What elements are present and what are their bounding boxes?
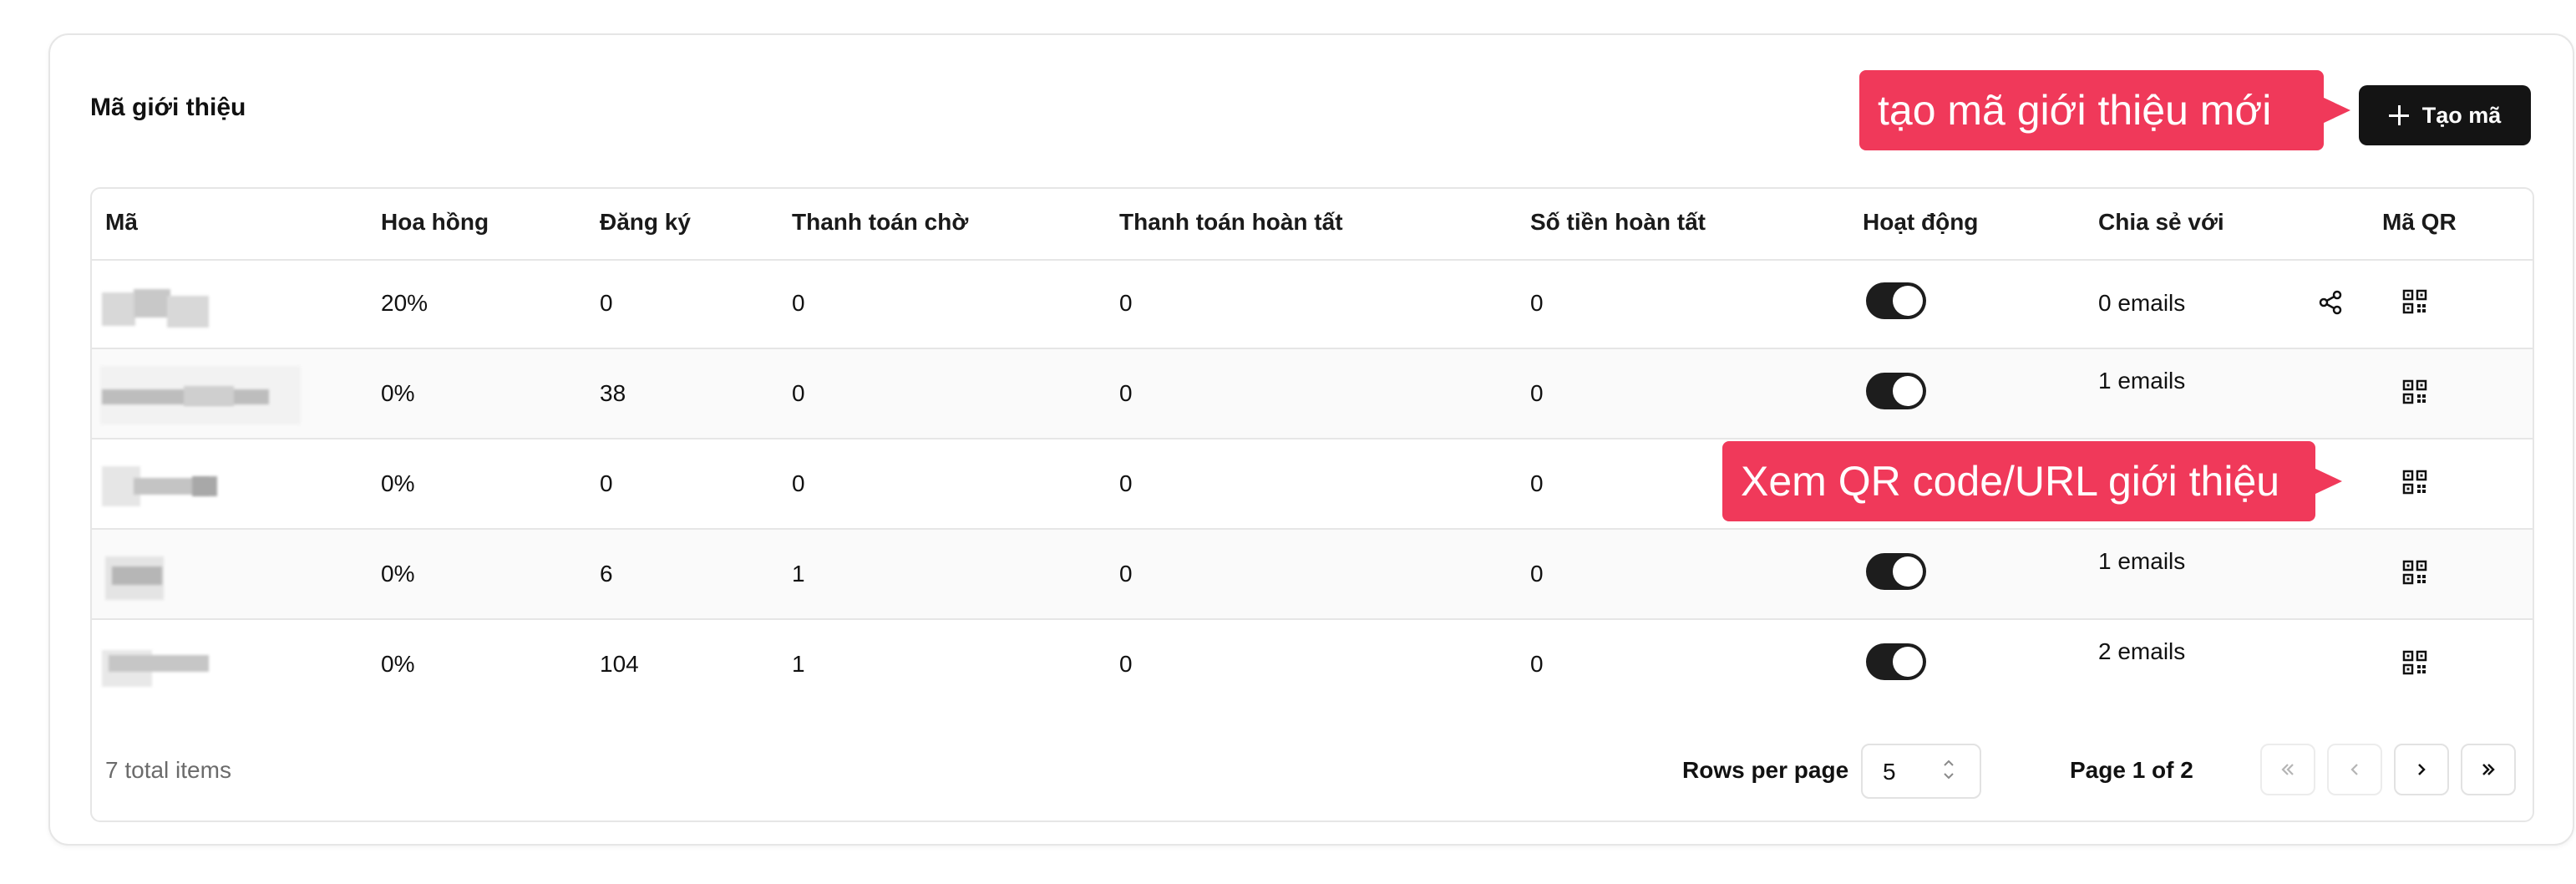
completed-value: 0: [1119, 470, 1133, 496]
card-title: Mã giới thiệu: [90, 94, 246, 121]
callout-qr-code: Xem QR code/URL giới thiệu: [1722, 441, 2342, 521]
redacted-code: [100, 545, 309, 607]
col-pending: Thanh toán chờ: [792, 209, 969, 235]
shared-with-value: 0 emails: [2098, 290, 2186, 316]
pending-value: 0: [792, 290, 805, 316]
rows-per-page-value: 5: [1883, 759, 1896, 785]
col-code: Mã: [105, 209, 138, 235]
qr-code-icon[interactable]: [2402, 650, 2427, 675]
commission-value: 20%: [381, 290, 428, 316]
next-page-button[interactable]: [2394, 744, 2449, 795]
col-qr: Mã QR: [2382, 209, 2457, 235]
completed-value: 0: [1119, 561, 1133, 587]
col-signups: Đăng ký: [600, 209, 691, 235]
redacted-code: [100, 364, 309, 426]
commission-value: 0%: [381, 651, 415, 677]
signups-value: 6: [600, 561, 613, 587]
completed-value: 0: [1119, 651, 1133, 677]
redacted-code: [100, 635, 309, 697]
table-row: 20% 0 0 0 0 0 emails: [92, 259, 2533, 349]
chevrons-left-icon: [2281, 764, 2294, 775]
pending-value: 0: [792, 380, 805, 406]
qr-code-icon[interactable]: [2402, 379, 2427, 404]
col-completed: Thanh toán hoàn tất: [1119, 209, 1343, 235]
pending-value: 0: [792, 470, 805, 496]
create-code-label: Tạo mã: [2421, 102, 2502, 128]
table-footer: 7 total items Rows per page 5 Page 1 of …: [92, 724, 2533, 819]
amount-value: 0: [1530, 380, 1544, 406]
amount-value: 0: [1530, 651, 1544, 677]
redacted-code: [100, 455, 309, 516]
commission-value: 0%: [381, 561, 415, 587]
chevrons-right-icon: [2482, 764, 2495, 775]
completed-value: 0: [1119, 290, 1133, 316]
create-code-button[interactable]: Tạo mã: [2359, 85, 2531, 145]
commission-value: 0%: [381, 380, 415, 406]
rows-per-page-label: Rows per page: [1682, 757, 1849, 783]
table-row: 0% 6 1 0 0 1 emails: [92, 530, 2533, 620]
table-row: 0% 104 1 0 0 2 emails: [92, 620, 2533, 709]
active-toggle[interactable]: [1866, 373, 1926, 409]
pending-value: 1: [792, 651, 805, 677]
col-shared: Chia sẻ với: [2098, 209, 2224, 235]
shared-with-value: 1 emails: [2098, 548, 2186, 574]
shared-with-value: 1 emails: [2098, 368, 2186, 394]
amount-value: 0: [1530, 561, 1544, 587]
amount-value: 0: [1530, 470, 1544, 496]
pending-value: 1: [792, 561, 805, 587]
plus-icon: [2388, 105, 2409, 125]
signups-value: 0: [600, 470, 613, 496]
first-page-button[interactable]: [2260, 744, 2315, 795]
chevron-left-icon: [2350, 764, 2358, 775]
completed-value: 0: [1119, 380, 1133, 406]
page-info: Page 1 of 2: [2070, 757, 2193, 783]
col-amount: Số tiền hoàn tất: [1530, 209, 1706, 235]
active-toggle[interactable]: [1866, 643, 1926, 680]
redacted-code: [100, 274, 309, 336]
qr-code-icon[interactable]: [2402, 560, 2427, 585]
chevron-up-down-icon: [1944, 760, 1954, 780]
signups-value: 0: [600, 290, 613, 316]
referral-codes-card: Mã giới thiệu Tạo mã Mã Hoa hồng Đăng ký…: [48, 33, 2574, 846]
callout-create-code: tạo mã giới thiệu mới: [1859, 70, 2350, 150]
total-items: 7 total items: [105, 757, 231, 783]
commission-value: 0%: [381, 470, 415, 496]
table-row: 0% 38 0 0 0 1 emails: [92, 349, 2533, 439]
table-header: Mã Hoa hồng Đăng ký Thanh toán chờ Thanh…: [92, 189, 2533, 261]
chevron-right-icon: [2418, 764, 2426, 775]
last-page-button[interactable]: [2461, 744, 2516, 795]
qr-code-icon[interactable]: [2402, 289, 2427, 314]
active-toggle[interactable]: [1866, 282, 1926, 319]
active-toggle[interactable]: [1866, 553, 1926, 590]
qr-code-icon[interactable]: [2402, 470, 2427, 495]
col-commission: Hoa hồng: [381, 209, 489, 235]
shared-with-value: 2 emails: [2098, 638, 2186, 664]
col-active: Hoạt động: [1863, 209, 1979, 235]
signups-value: 104: [600, 651, 639, 677]
signups-value: 38: [600, 380, 626, 406]
previous-page-button[interactable]: [2327, 744, 2382, 795]
amount-value: 0: [1530, 290, 1544, 316]
rows-per-page-select[interactable]: 5: [1861, 744, 1981, 799]
share-icon[interactable]: [2317, 289, 2344, 316]
